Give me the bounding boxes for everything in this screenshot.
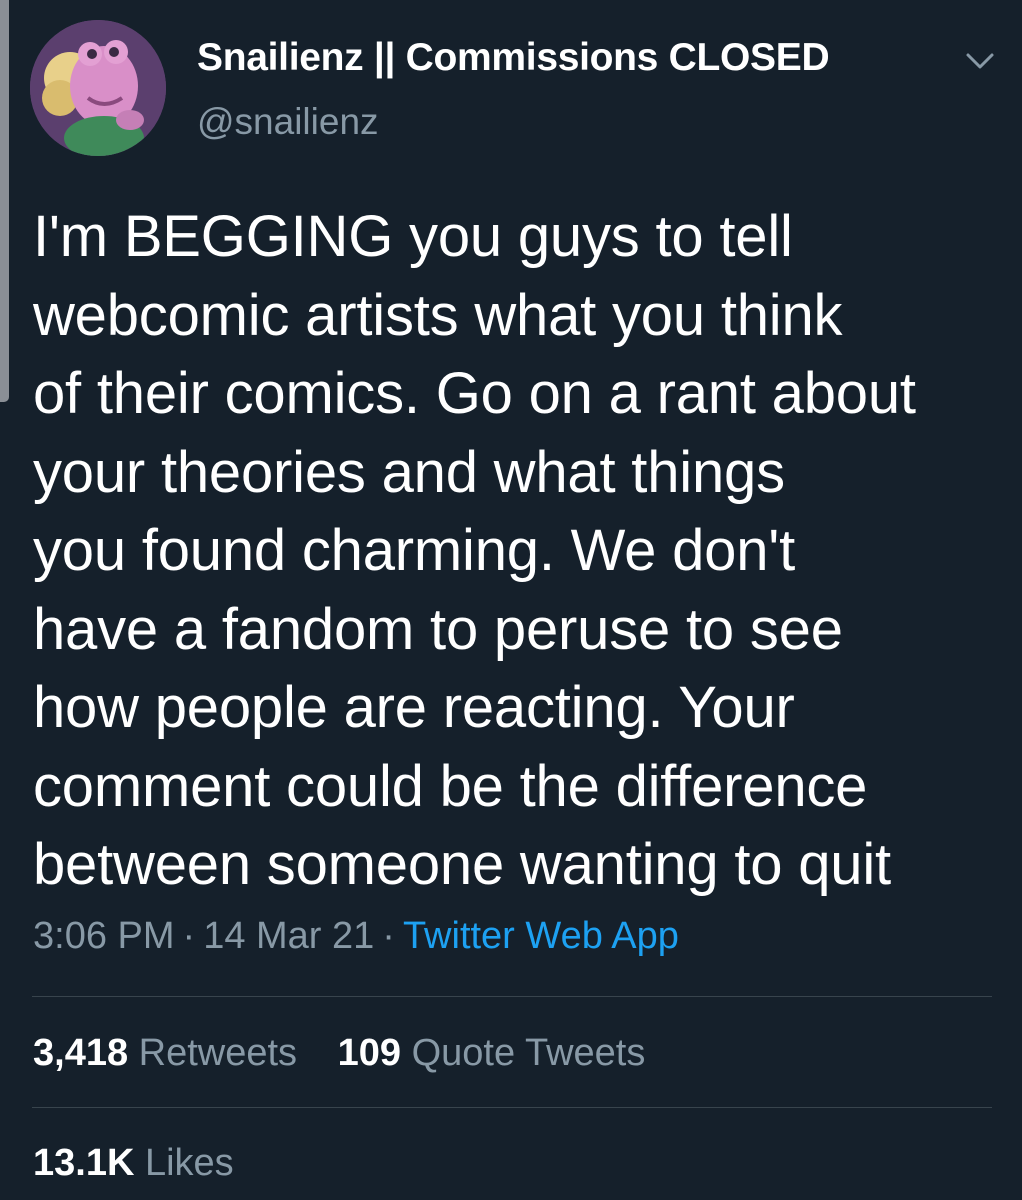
divider <box>32 1107 992 1108</box>
tweet-text-line: have a fandom to peruse to see <box>33 596 843 662</box>
author-handle[interactable]: @snailienz <box>197 101 379 143</box>
retweets-count: 3,418 <box>33 1032 129 1074</box>
avatar-image <box>30 20 166 156</box>
chevron-down-icon[interactable] <box>962 46 998 76</box>
tweet-meta: 3:06 PM · 14 Mar 21 · Twitter Web App <box>33 915 679 958</box>
tweet-text-line: comment could be the difference <box>33 753 868 819</box>
tweet-text-line: your theories and what things <box>33 439 785 505</box>
tweet-date[interactable]: 14 Mar 21 <box>203 915 374 957</box>
likes-stat[interactable]: 13.1K Likes <box>33 1142 234 1185</box>
avatar[interactable] <box>30 20 166 156</box>
retweets-stat[interactable]: 3,418 Retweets <box>33 1032 297 1075</box>
tweet-text-line: you found charming. We don't <box>33 518 796 583</box>
meta-separator: · <box>382 915 395 957</box>
tweet-text-line: how people are reacting. Your <box>33 675 795 740</box>
likes-count: 13.1K <box>33 1142 135 1184</box>
tweet-time[interactable]: 3:06 PM <box>33 915 175 957</box>
tweet-text-line: webcomic artists what you think <box>33 282 843 348</box>
scrollbar[interactable] <box>0 0 9 402</box>
engagement-stats-row: 3,418 Retweets 109 Quote Tweets <box>33 1032 675 1075</box>
quote-tweets-count: 109 <box>337 1032 402 1074</box>
likes-stats-row: 13.1K Likes <box>33 1142 264 1185</box>
likes-label: Likes <box>144 1142 234 1184</box>
tweet-text-line: between someone wanting to quit <box>33 832 891 897</box>
retweets-label: Retweets <box>138 1032 298 1074</box>
author-display-name[interactable]: Snailienz || Commissions CLOSED <box>197 36 830 80</box>
tweet-text: I'm BEGGING you guys to tell webcomic ar… <box>33 198 1008 905</box>
divider <box>32 996 992 997</box>
tweet-source-link[interactable]: Twitter Web App <box>403 915 679 957</box>
quote-tweets-stat[interactable]: 109 Quote Tweets <box>338 1032 646 1075</box>
tweet-text-line: I'm BEGGING you guys to tell <box>33 204 793 269</box>
meta-separator: · <box>182 915 196 957</box>
quote-tweets-label: Quote Tweets <box>411 1032 646 1074</box>
tweet-text-line: of their comics. Go on a rant about <box>33 361 916 426</box>
